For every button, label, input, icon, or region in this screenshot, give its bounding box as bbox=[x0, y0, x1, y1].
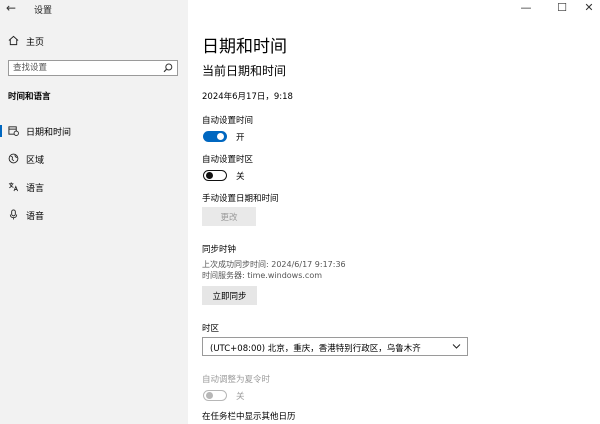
sync-clock-label: 同步时钟 bbox=[202, 245, 237, 255]
sidebar-item-label: 语言 bbox=[26, 184, 45, 194]
extra-calendar-label: 在任务栏中显示其他日历 bbox=[202, 412, 296, 422]
app-title: 设置 bbox=[34, 6, 53, 16]
dst-toggle[interactable] bbox=[203, 390, 227, 401]
time-server-text: 时间服务器: time.windows.com bbox=[202, 271, 323, 280]
toggle-knob bbox=[206, 392, 213, 399]
auto-time-state: 开 bbox=[236, 133, 245, 143]
sidebar-item-label: 区域 bbox=[26, 156, 45, 166]
sidebar-item-label: 语音 bbox=[26, 212, 45, 222]
search-input[interactable] bbox=[9, 61, 163, 75]
page-title: 日期和时间 bbox=[202, 37, 287, 57]
home-icon[interactable] bbox=[8, 35, 19, 46]
toggle-knob bbox=[206, 172, 213, 179]
maximize-button[interactable]: ☐ bbox=[552, 1, 572, 14]
search-box[interactable] bbox=[8, 60, 178, 76]
sidebar-item-region[interactable]: 区域 bbox=[0, 148, 188, 170]
auto-time-toggle[interactable] bbox=[203, 131, 227, 142]
minimize-button[interactable]: — bbox=[516, 1, 536, 14]
current-datetime: 2024年6月17日，9:18 bbox=[202, 92, 293, 102]
search-icon[interactable] bbox=[163, 63, 173, 73]
chevron-down-icon bbox=[452, 344, 461, 349]
section-title: 时间和语言 bbox=[8, 92, 51, 102]
sidebar-item-date-time[interactable]: 日期和时间 bbox=[0, 120, 188, 142]
back-button[interactable]: ← bbox=[6, 1, 16, 15]
home-link[interactable]: 主页 bbox=[26, 35, 44, 48]
auto-time-label: 自动设置时间 bbox=[202, 116, 254, 126]
last-sync-text: 上次成功同步时间: 2024/6/17 9:17:36 bbox=[202, 260, 346, 269]
microphone-icon bbox=[9, 209, 18, 220]
change-button[interactable]: 更改 bbox=[202, 207, 256, 226]
main-panel: — ☐ ✕ 日期和时间 当前日期和时间 2024年6月17日，9:18 自动设置… bbox=[188, 0, 600, 424]
sidebar-item-label: 日期和时间 bbox=[26, 128, 72, 138]
timezone-label: 时区 bbox=[202, 324, 220, 334]
dst-label: 自动调整为夏令时 bbox=[202, 375, 271, 385]
sidebar: ← 设置 主页 时间和语言 日期和时间 bbox=[0, 0, 188, 424]
sidebar-item-speech[interactable]: 语音 bbox=[0, 204, 188, 226]
sync-now-button[interactable]: 立即同步 bbox=[202, 286, 257, 305]
timezone-select[interactable]: (UTC+08:00) 北京，重庆，香港特别行政区，乌鲁木齐 bbox=[202, 337, 468, 356]
timezone-selected-value: (UTC+08:00) 北京，重庆，香港特别行政区，乌鲁木齐 bbox=[210, 344, 421, 354]
sidebar-item-language[interactable]: 语言 bbox=[0, 176, 188, 198]
auto-timezone-label: 自动设置时区 bbox=[202, 155, 254, 165]
close-button[interactable]: ✕ bbox=[579, 1, 599, 14]
manual-time-label: 手动设置日期和时间 bbox=[202, 194, 279, 204]
language-icon bbox=[8, 182, 19, 192]
auto-timezone-toggle[interactable] bbox=[203, 170, 227, 181]
calendar-clock-icon bbox=[8, 126, 19, 136]
auto-timezone-state: 关 bbox=[236, 172, 245, 182]
dst-state: 关 bbox=[236, 392, 245, 402]
section-subtitle: 当前日期和时间 bbox=[202, 64, 287, 78]
globe-icon bbox=[8, 153, 19, 164]
settings-window: ← 设置 主页 时间和语言 日期和时间 bbox=[0, 0, 600, 424]
toggle-knob bbox=[217, 133, 224, 140]
